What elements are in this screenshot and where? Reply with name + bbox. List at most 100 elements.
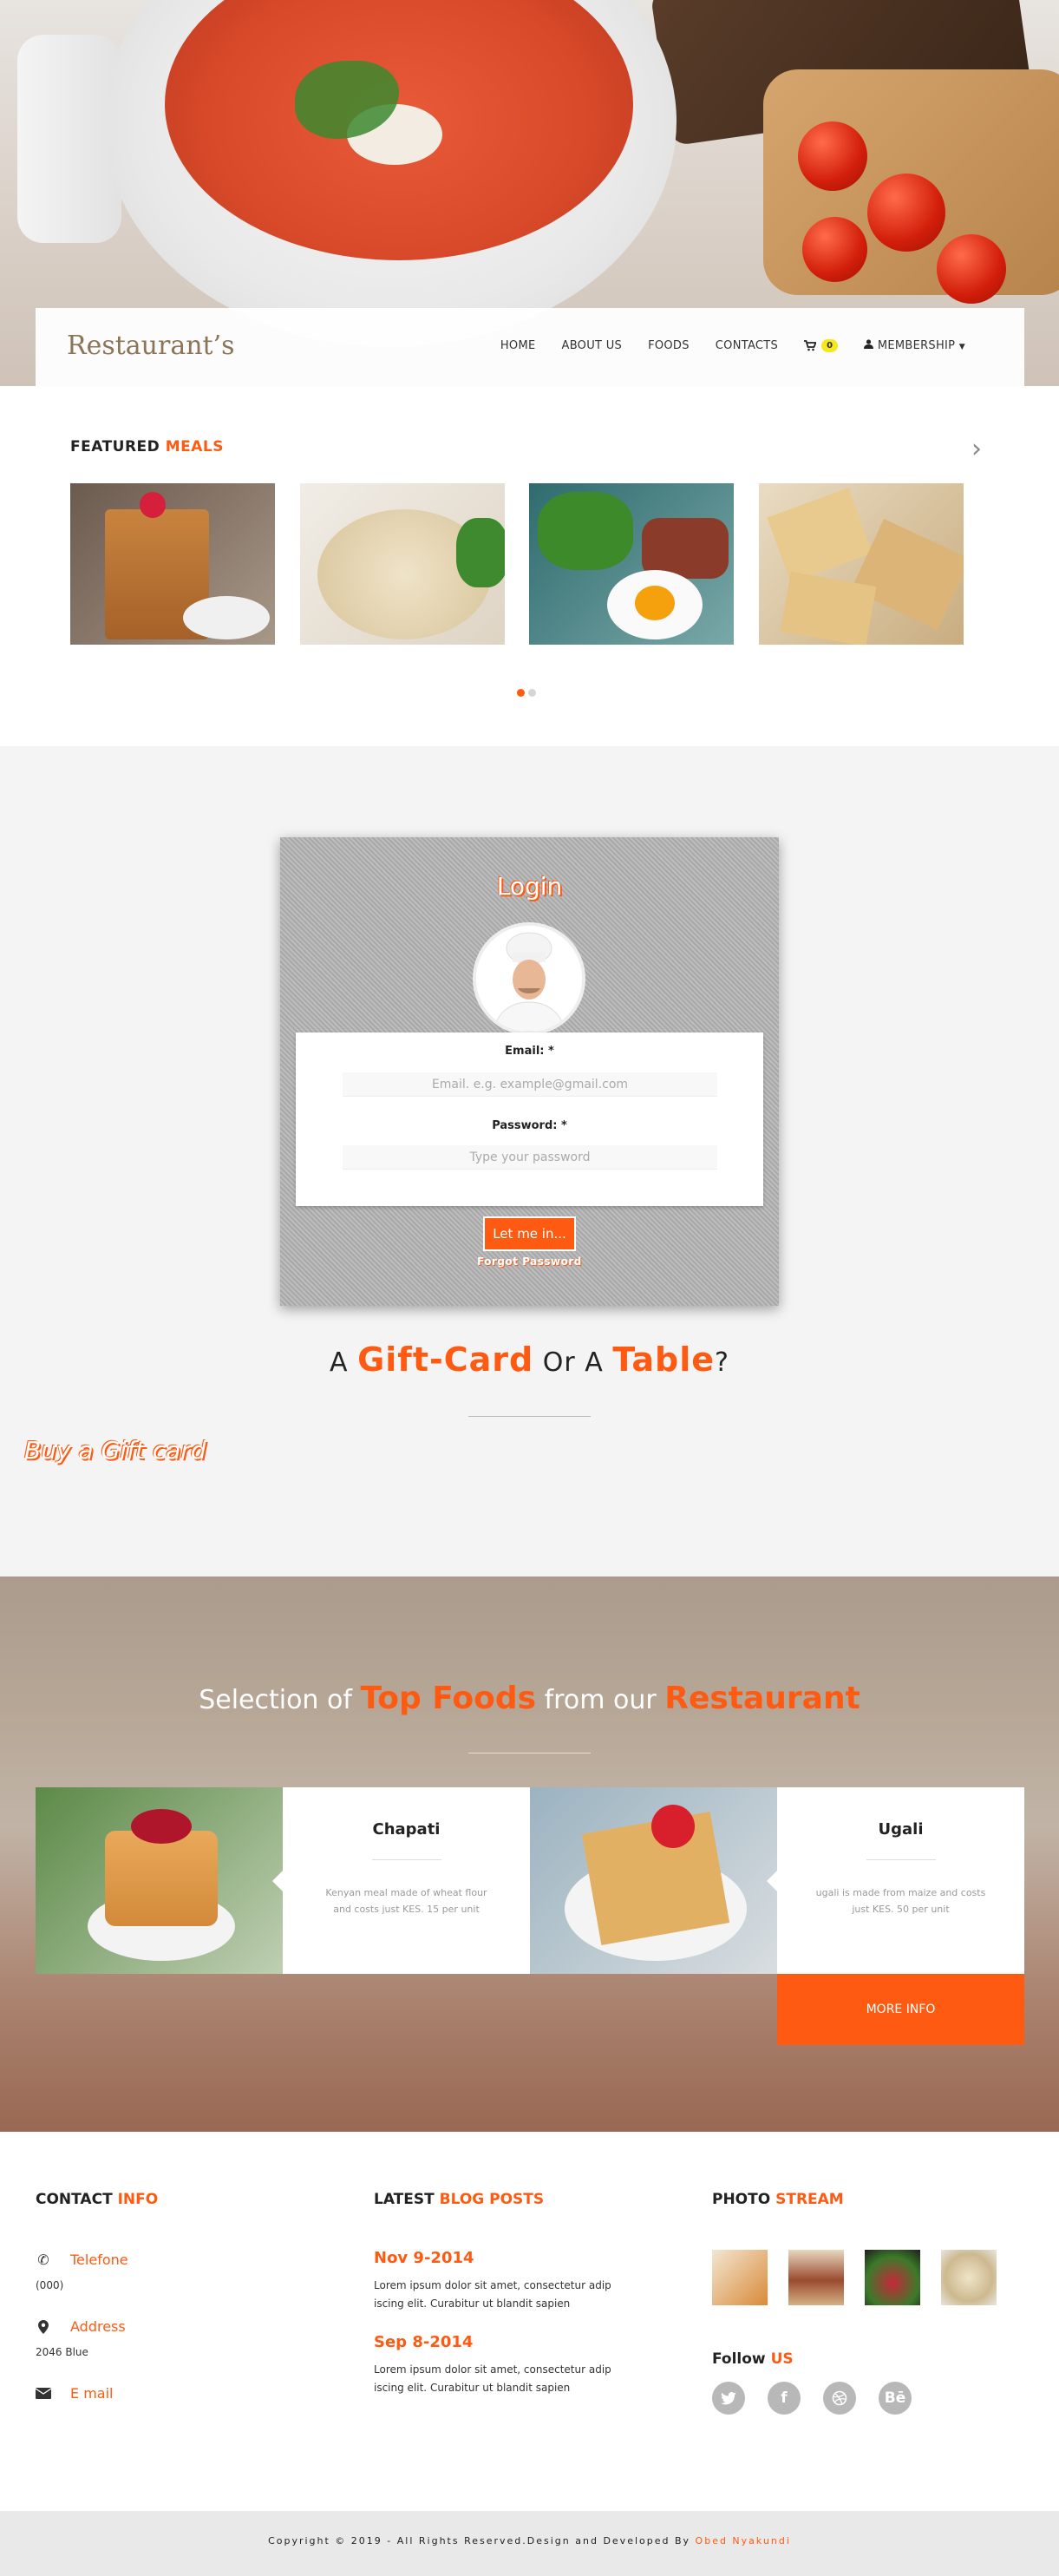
carousel-dot[interactable] (528, 689, 536, 697)
email-label[interactable]: E mail (70, 2385, 113, 2402)
food-image-pancakes[interactable] (36, 1787, 283, 1974)
membership-dropdown[interactable]: MEMBERSHIP ▼ (864, 339, 965, 352)
login-button[interactable]: Let me in... (483, 1216, 576, 1251)
contact-heading-a: CONTACT (36, 2191, 113, 2208)
navbar: Restaurant’s HOME ABOUT US FOODS CONTACT… (36, 308, 1024, 386)
nav-contacts[interactable]: CONTACTS (716, 339, 778, 352)
top-foods-pre: Selection of (199, 1685, 352, 1715)
blog-post-date[interactable]: Nov 9-2014 (374, 2249, 474, 2267)
contact-heading-b: INFO (117, 2191, 159, 2208)
divider (372, 1859, 441, 1860)
blog-post-excerpt: Lorem ipsum dolor sit amet, consectetur … (374, 2363, 611, 2394)
gift-heading-q: ? (715, 1347, 729, 1378)
nav-about-us[interactable]: ABOUT US (562, 339, 623, 352)
facebook-icon[interactable]: f (768, 2382, 801, 2415)
food-name: Ugali (878, 1820, 924, 1839)
top-foods-mid: from our (544, 1685, 657, 1715)
featured-title-b: MEALS (165, 438, 224, 456)
gift-heading-mid: Or A (542, 1347, 604, 1378)
dribbble-icon[interactable] (823, 2382, 856, 2415)
more-info-button[interactable]: MORE INFO (777, 1974, 1024, 2045)
user-icon (864, 339, 874, 349)
copyright-label: Copyright © 2019 - All Rights Reserved.D… (268, 2535, 691, 2547)
nav-foods[interactable]: FOODS (648, 339, 690, 352)
meal-image-pancakes[interactable] (759, 483, 964, 645)
photo-stream-heading: PHOTO STREAM (712, 2191, 844, 2208)
photo-stream-image[interactable] (941, 2250, 997, 2305)
email-label: Email: * (505, 1045, 554, 1058)
author-link[interactable]: Obed Nyakundi (696, 2535, 791, 2547)
card-pointer (767, 1871, 777, 1891)
top-foods-heading: Selection of Top Foods from our Restaura… (0, 1681, 1059, 1716)
nav-menu: HOME ABOUT US FOODS CONTACTS 0 MEMBERSHI… (500, 339, 965, 352)
contact-info-heading: CONTACT INFO (36, 2191, 158, 2208)
address-label[interactable]: Address (70, 2318, 126, 2335)
follow-us-heading: Follow US (712, 2350, 794, 2368)
login-card: Login Email: * Password: * Let me in... … (280, 837, 779, 1306)
gift-heading-word1: Gift-Card (357, 1340, 534, 1379)
blog-heading-b: BLOG POSTS (439, 2191, 545, 2208)
meal-image-eggs[interactable] (529, 483, 734, 645)
email-row: E mail (36, 2385, 113, 2402)
brand-logo[interactable]: Restaurant’s (67, 331, 235, 361)
password-input[interactable] (343, 1145, 717, 1170)
top-foods-word2: Restaurant (664, 1681, 860, 1716)
carousel-dot-active[interactable] (517, 689, 525, 697)
forgot-password-link[interactable]: Forgot Password (280, 1255, 779, 1268)
twitter-icon[interactable] (712, 2382, 745, 2415)
blog-post-date[interactable]: Sep 8-2014 (374, 2333, 473, 2351)
divider (866, 1859, 936, 1860)
gift-heading-word2: Table (612, 1340, 716, 1379)
food-card-chapati: Chapati Kenyan meal made of wheat flour … (272, 1787, 530, 1974)
top-foods-section: Selection of Top Foods from our Restaura… (0, 1576, 1059, 2132)
food-description: ugali is made from maize and costs just … (815, 1887, 986, 1915)
blog-posts-heading: LATEST BLOG POSTS (374, 2191, 544, 2208)
cart-count-badge: 0 (821, 339, 839, 352)
carousel-dots (517, 689, 536, 697)
photo-stream-image[interactable] (712, 2250, 768, 2305)
copyright-text: Copyright © 2019 - All Rights Reserved.D… (0, 2535, 1059, 2547)
phone-value: (000) (36, 2279, 64, 2291)
chef-icon (476, 926, 582, 1032)
copyright-bar: Copyright © 2019 - All Rights Reserved.D… (0, 2511, 1059, 2576)
email-input[interactable] (343, 1072, 717, 1097)
phone-row: ✆ Telefone (36, 2252, 128, 2268)
photo-heading-b: STREAM (775, 2191, 844, 2208)
phone-label[interactable]: Telefone (70, 2252, 128, 2268)
address-row: Address (36, 2318, 126, 2335)
buy-gift-card-link[interactable]: Buy a Gift card (24, 1436, 206, 1465)
map-marker-icon (38, 2319, 49, 2334)
food-card-ugali: Ugali ugali is made from maize and costs… (767, 1787, 1024, 1974)
photo-stream-image[interactable] (788, 2250, 844, 2305)
chevron-right-icon[interactable]: › (971, 434, 982, 464)
login-title: Login (496, 872, 563, 901)
phone-icon: ✆ (37, 2252, 49, 2268)
blog-heading-a: LATEST (374, 2191, 435, 2208)
behance-icon[interactable]: Bē (879, 2382, 912, 2415)
photo-heading-a: PHOTO (712, 2191, 771, 2208)
food-image-waffles[interactable] (530, 1787, 777, 1974)
food-name: Chapati (372, 1820, 441, 1839)
chef-avatar (473, 922, 585, 1035)
membership-label: MEMBERSHIP (877, 339, 956, 352)
photo-stream-image[interactable] (865, 2250, 920, 2305)
follow-heading-a: Follow (712, 2350, 766, 2368)
meal-image-dumplings[interactable] (300, 483, 505, 645)
caret-down-icon: ▼ (958, 343, 965, 351)
cart-button[interactable]: 0 (804, 339, 839, 352)
tomato-image (867, 174, 945, 252)
nav-home[interactable]: HOME (500, 339, 536, 352)
shopping-cart-icon (804, 340, 817, 351)
password-label: Password: * (492, 1119, 567, 1132)
tomato-image (937, 234, 1006, 304)
top-foods-word1: Top Foods (360, 1681, 537, 1716)
divider (468, 1416, 591, 1417)
food-description: Kenyan meal made of wheat flour and cost… (325, 1887, 487, 1915)
gift-heading: A Gift-Card Or A Table? (0, 1340, 1059, 1379)
card-pointer (272, 1871, 283, 1891)
meal-image-cake[interactable] (70, 483, 275, 645)
tomato-image (802, 217, 867, 282)
login-form: Email: * Password: * (296, 1032, 763, 1206)
follow-heading-b: US (770, 2350, 794, 2368)
tomato-image (798, 121, 867, 191)
